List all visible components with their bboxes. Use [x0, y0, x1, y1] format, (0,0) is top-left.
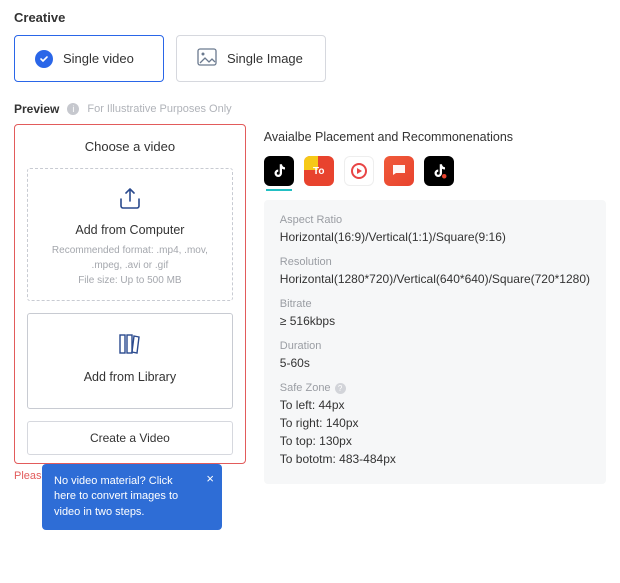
spec-sz-bottom: To bototm: 483-484px [280, 452, 590, 466]
info-icon: i [67, 103, 79, 115]
close-icon[interactable]: × [206, 470, 214, 488]
tooltip-text: No video material? Click here to convert… [54, 475, 178, 518]
preview-hint: For Illustrative Purposes Only [87, 103, 231, 115]
spec-aspect-value: Horizontal(16:9)/Vertical(1:1)/Square(9:… [280, 230, 590, 244]
placement-helo[interactable] [384, 156, 414, 186]
spec-sz-left: To left: 44px [280, 398, 590, 412]
library-icon [116, 332, 144, 360]
placements-row: To [264, 156, 606, 186]
upload-sub2: File size: Up to 500 MB [38, 273, 222, 288]
spec-sz-top: To top: 130px [280, 434, 590, 448]
library-title: Add from Library [38, 370, 222, 384]
option-label: Single Image [227, 51, 303, 66]
spec-safezone-label: Safe Zone ? [280, 382, 590, 394]
placements-heading: Avaialbe Placement and Recommonenations [264, 130, 606, 144]
spec-duration-label: Duration [280, 340, 590, 352]
video-chooser-panel: Choose a video Add from Computer Recomme… [14, 124, 246, 464]
placement-vigo[interactable] [344, 156, 374, 186]
preview-label: Preview [14, 102, 59, 116]
placement-tiktok-alt[interactable] [424, 156, 454, 186]
image-icon [197, 48, 217, 69]
option-label: Single video [63, 51, 134, 66]
info-icon: ? [335, 383, 346, 394]
placement-topbuzz[interactable]: To [304, 156, 334, 186]
spec-bitrate-value: ≥ 516kbps [280, 314, 590, 328]
spec-sz-right: To right: 140px [280, 416, 590, 430]
upload-sub1: Recommended format: .mp4, .mov, .mpeg, .… [38, 243, 222, 273]
spec-aspect-label: Aspect Ratio [280, 214, 590, 226]
spec-res-label: Resolution [280, 256, 590, 268]
spec-duration-value: 5-60s [280, 356, 590, 370]
option-single-image[interactable]: Single Image [176, 35, 326, 82]
spec-bitrate-label: Bitrate [280, 298, 590, 310]
add-from-library-card[interactable]: Add from Library [27, 313, 233, 409]
creative-options: Single video Single Image [14, 35, 606, 82]
option-single-video[interactable]: Single video [14, 35, 164, 82]
creative-heading: Creative [14, 10, 606, 25]
spec-res-value: Horizontal(1280*720)/Vertical(640*640)/S… [280, 272, 590, 286]
add-from-computer-card[interactable]: Add from Computer Recommended format: .m… [27, 168, 233, 301]
check-icon [35, 50, 53, 68]
preview-header: Preview i For Illustrative Purposes Only [14, 102, 606, 116]
upload-title: Add from Computer [38, 223, 222, 237]
create-video-button[interactable]: Create a Video [27, 421, 233, 455]
placement-tiktok[interactable] [264, 156, 294, 186]
upload-icon [116, 185, 144, 213]
spec-panel: Aspect Ratio Horizontal(16:9)/Vertical(1… [264, 200, 606, 484]
tooltip-no-video: × No video material? Click here to conve… [42, 464, 222, 530]
choose-video-title: Choose a video [27, 139, 233, 154]
